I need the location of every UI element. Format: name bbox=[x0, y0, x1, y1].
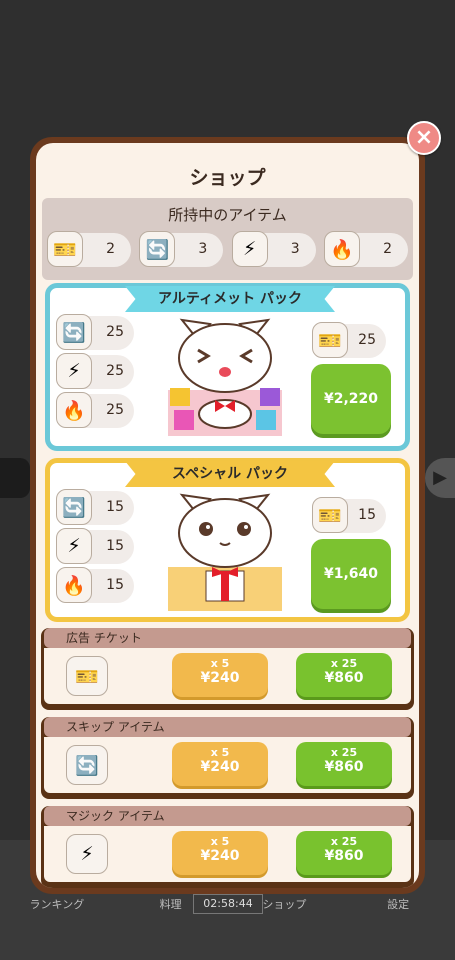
pack-item-count: 15 bbox=[106, 538, 124, 554]
swap-icon: 🔄 bbox=[56, 489, 92, 525]
owned-count: 2 bbox=[106, 241, 115, 257]
background-next-arrow: ▶ bbox=[425, 458, 455, 498]
pack-title: スペシャル パック bbox=[125, 461, 335, 487]
special-pack-buy-button[interactable]: ¥1,640 bbox=[311, 539, 391, 609]
owned-item-lightning: ⚡ 3 bbox=[231, 231, 316, 267]
quantity-label: x 25 bbox=[330, 657, 358, 670]
quantity-label: x 25 bbox=[330, 835, 358, 848]
tab-settings: 設定 bbox=[387, 898, 410, 911]
skip-ticket-icon: 🎫 bbox=[66, 656, 108, 696]
pack-item-skip-ticket: 🎫 15 bbox=[312, 497, 386, 533]
background-character bbox=[0, 458, 30, 498]
skip-ticket-icon: 🎫 bbox=[312, 497, 348, 533]
price-label: ¥240 bbox=[200, 848, 240, 864]
owned-item-skip-ticket: 🎫 2 bbox=[47, 231, 131, 267]
shop-modal: ショップ 所持中のアイテム 🎫 2 🔄 3 ⚡ 3 🔥 2 アルティメット パッ… bbox=[30, 137, 425, 894]
ultimate-pack-card: アルティメット パック 🔄 25 ⚡ 25 🔥 25 🎫 25 ¥2,220 bbox=[45, 283, 410, 451]
owned-items-panel: 所持中のアイテム 🎫 2 🔄 3 ⚡ 3 🔥 2 bbox=[42, 198, 413, 280]
background-timer: 02:58:44 bbox=[193, 894, 263, 914]
pack-item-count: 15 bbox=[106, 499, 124, 515]
buy-x25-button[interactable]: x 25 ¥860 bbox=[296, 653, 392, 697]
quantity-label: x 5 bbox=[210, 746, 230, 759]
owned-count: 3 bbox=[198, 241, 208, 257]
quantity-label: x 5 bbox=[210, 835, 230, 848]
fire-icon: 🔥 bbox=[56, 567, 92, 603]
close-icon: × bbox=[414, 125, 434, 150]
pack-item-count: 15 bbox=[106, 577, 124, 593]
owned-item-swap: 🔄 3 bbox=[139, 231, 224, 267]
price-label: ¥860 bbox=[324, 848, 364, 864]
magic-item-row: マジック アイテム ⚡ x 5 ¥240 x 25 ¥860 bbox=[41, 806, 414, 888]
close-button[interactable]: × bbox=[407, 121, 441, 155]
shop-title: ショップ bbox=[189, 167, 266, 189]
item-row-title: マジック アイテム bbox=[44, 806, 411, 826]
owned-count: 2 bbox=[383, 241, 392, 257]
pack-item-count: 15 bbox=[358, 507, 376, 523]
buy-x5-button[interactable]: x 5 ¥240 bbox=[172, 831, 268, 875]
buy-x25-button[interactable]: x 25 ¥860 bbox=[296, 742, 392, 786]
skip-item-row: スキップ アイテム 🔄 x 5 ¥240 x 25 ¥860 bbox=[41, 717, 414, 799]
buy-x5-button[interactable]: x 5 ¥240 bbox=[172, 742, 268, 786]
lightning-icon: ⚡ bbox=[231, 231, 268, 267]
lightning-icon: ⚡ bbox=[66, 834, 108, 874]
price-label: ¥860 bbox=[324, 670, 364, 686]
pack-item-lightning: ⚡ 25 bbox=[56, 353, 134, 389]
item-row-title: 広告 チケット bbox=[44, 628, 411, 648]
pack-item-swap: 🔄 15 bbox=[56, 489, 134, 525]
fire-icon: 🔥 bbox=[323, 231, 360, 267]
fire-icon: 🔥 bbox=[56, 392, 92, 428]
owned-items-title: 所持中のアイテム bbox=[168, 206, 287, 224]
swap-icon: 🔄 bbox=[66, 745, 108, 785]
ultimate-pack-buy-button[interactable]: ¥2,220 bbox=[311, 364, 391, 434]
pack-item-count: 25 bbox=[358, 332, 376, 348]
pack-title: アルティメット パック bbox=[125, 286, 335, 312]
tab-ranking: ランキング bbox=[29, 898, 85, 911]
pack-item-fire: 🔥 15 bbox=[56, 567, 134, 603]
quantity-label: x 5 bbox=[210, 657, 230, 670]
swap-icon: 🔄 bbox=[56, 314, 92, 350]
pack-item-skip-ticket: 🎫 25 bbox=[312, 322, 386, 358]
buy-x5-button[interactable]: x 5 ¥240 bbox=[172, 653, 268, 697]
price-label: ¥860 bbox=[324, 759, 364, 775]
skip-ticket-icon: 🎫 bbox=[47, 231, 83, 267]
price-label: ¥240 bbox=[200, 670, 240, 686]
pack-item-count: 25 bbox=[106, 363, 124, 379]
pack-item-fire: 🔥 25 bbox=[56, 392, 134, 428]
price-label: ¥240 bbox=[200, 759, 240, 775]
pack-item-lightning: ⚡ 15 bbox=[56, 528, 134, 564]
pack-item-swap: 🔄 25 bbox=[56, 314, 134, 350]
ad-ticket-row: 広告 チケット 🎫 x 5 ¥240 x 25 ¥860 bbox=[41, 628, 414, 710]
special-pack-card: スペシャル パック 🔄 15 ⚡ 15 🔥 15 🎫 15 ¥1,640 bbox=[45, 458, 410, 622]
lightning-icon: ⚡ bbox=[56, 353, 92, 389]
skip-ticket-icon: 🎫 bbox=[312, 322, 348, 358]
shop-modal-body: ショップ 所持中のアイテム 🎫 2 🔄 3 ⚡ 3 🔥 2 アルティメット パッ… bbox=[36, 143, 419, 888]
cat-with-gift-illustration bbox=[168, 493, 282, 611]
pack-item-count: 25 bbox=[106, 324, 124, 340]
lightning-icon: ⚡ bbox=[56, 528, 92, 564]
owned-item-fire: 🔥 2 bbox=[323, 231, 408, 267]
owned-count: 3 bbox=[290, 241, 300, 257]
quantity-label: x 25 bbox=[330, 746, 358, 759]
cat-with-gifts-illustration bbox=[168, 318, 282, 436]
pack-item-count: 25 bbox=[106, 402, 124, 418]
item-row-title: スキップ アイテム bbox=[44, 717, 411, 737]
swap-icon: 🔄 bbox=[139, 231, 176, 267]
buy-x25-button[interactable]: x 25 ¥860 bbox=[296, 831, 392, 875]
